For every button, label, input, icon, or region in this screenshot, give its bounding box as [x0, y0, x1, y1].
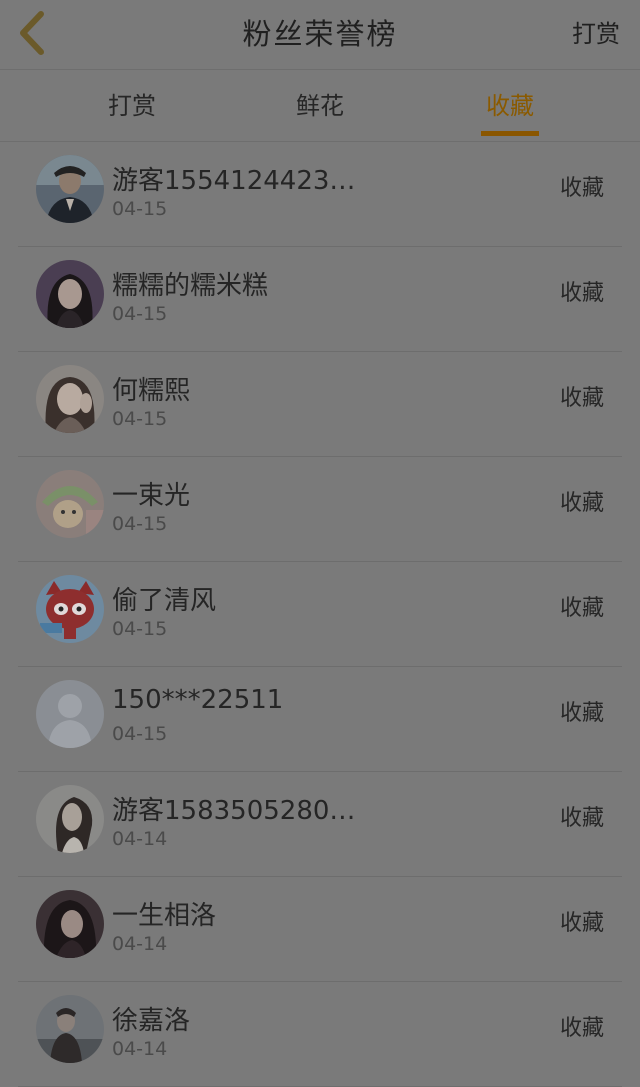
user-name: 何糯熙	[112, 376, 191, 406]
user-name: 游客1583505280…	[112, 796, 356, 826]
avatar	[36, 575, 104, 643]
user-name: 偷了清风	[112, 586, 217, 616]
date: 04-14	[112, 933, 168, 955]
action-label: 收藏	[559, 911, 604, 936]
list-item[interactable]: 游客1583505280… 04-14 收藏	[18, 772, 622, 877]
user-name: 150***22511	[112, 685, 284, 715]
action-label: 收藏	[559, 806, 604, 831]
reward-button[interactable]: 打赏	[572, 0, 620, 70]
date: 04-15	[112, 198, 168, 220]
user-name: 游客1554124423…	[112, 166, 356, 196]
list-item[interactable]: 徐嘉洛 04-14 收藏	[18, 982, 622, 1087]
date: 04-15	[112, 303, 168, 325]
tab-reward[interactable]: 打赏	[92, 70, 172, 142]
active-tab-indicator	[481, 131, 539, 136]
avatar	[36, 365, 104, 433]
list-item[interactable]: 一生相洛 04-14 收藏	[18, 877, 622, 982]
avatar-woman-dark	[36, 890, 104, 958]
avatar	[36, 680, 104, 748]
avatar	[36, 155, 104, 223]
date: 04-15	[112, 513, 168, 535]
date: 04-15	[112, 408, 168, 430]
list-item[interactable]: 何糯熙 04-15 收藏	[18, 352, 622, 457]
user-name: 一生相洛	[112, 901, 217, 931]
date: 04-14	[112, 828, 168, 850]
list-item[interactable]: 偷了清风 04-15 收藏	[18, 562, 622, 667]
avatar-woman-hand	[36, 365, 104, 433]
action-label: 收藏	[559, 281, 604, 306]
fan-honor-page: 粉丝荣誉榜 打赏 打赏 鲜花 收藏 游客1554124423… 04-15 收藏…	[0, 0, 640, 1087]
avatar	[36, 470, 104, 538]
action-label: 收藏	[559, 386, 604, 411]
avatar	[36, 890, 104, 958]
avatar-woman-portrait	[36, 260, 104, 328]
list-item[interactable]: 游客1554124423… 04-15 收藏	[18, 142, 622, 247]
action-label: 收藏	[559, 176, 604, 201]
avatar-man-uniform	[36, 155, 104, 223]
list-item[interactable]: 一束光 04-15 收藏	[18, 457, 622, 562]
date: 04-14	[112, 1038, 168, 1060]
tab-flowers[interactable]: 鲜花	[280, 70, 360, 142]
user-name: 一束光	[112, 481, 191, 511]
avatar-child-hat	[36, 470, 104, 538]
avatar	[36, 995, 104, 1063]
avatar-cartoon-fox	[36, 575, 104, 643]
avatar	[36, 260, 104, 328]
avatar-woman-side	[36, 785, 104, 853]
avatar-figure-outdoor	[36, 995, 104, 1063]
user-name: 徐嘉洛	[112, 1006, 191, 1036]
list-item[interactable]: 糯糯的糯米糕 04-15 收藏	[18, 247, 622, 352]
avatar-default-person	[36, 680, 104, 748]
avatar	[36, 785, 104, 853]
fan-list: 游客1554124423… 04-15 收藏 糯糯的糯米糕 04-15 收藏 何…	[0, 142, 640, 1087]
date: 04-15	[112, 723, 168, 745]
action-label: 收藏	[559, 701, 604, 726]
tab-bar: 打赏 鲜花 收藏	[0, 70, 640, 142]
date: 04-15	[112, 618, 168, 640]
action-label: 收藏	[559, 491, 604, 516]
page-title: 粉丝荣誉榜	[242, 17, 398, 51]
action-label: 收藏	[559, 596, 604, 621]
user-name: 糯糯的糯米糕	[112, 271, 269, 301]
list-item[interactable]: 150***22511 04-15 收藏	[18, 667, 622, 772]
top-bar: 粉丝荣誉榜 打赏	[0, 0, 640, 70]
action-label: 收藏	[559, 1016, 604, 1041]
